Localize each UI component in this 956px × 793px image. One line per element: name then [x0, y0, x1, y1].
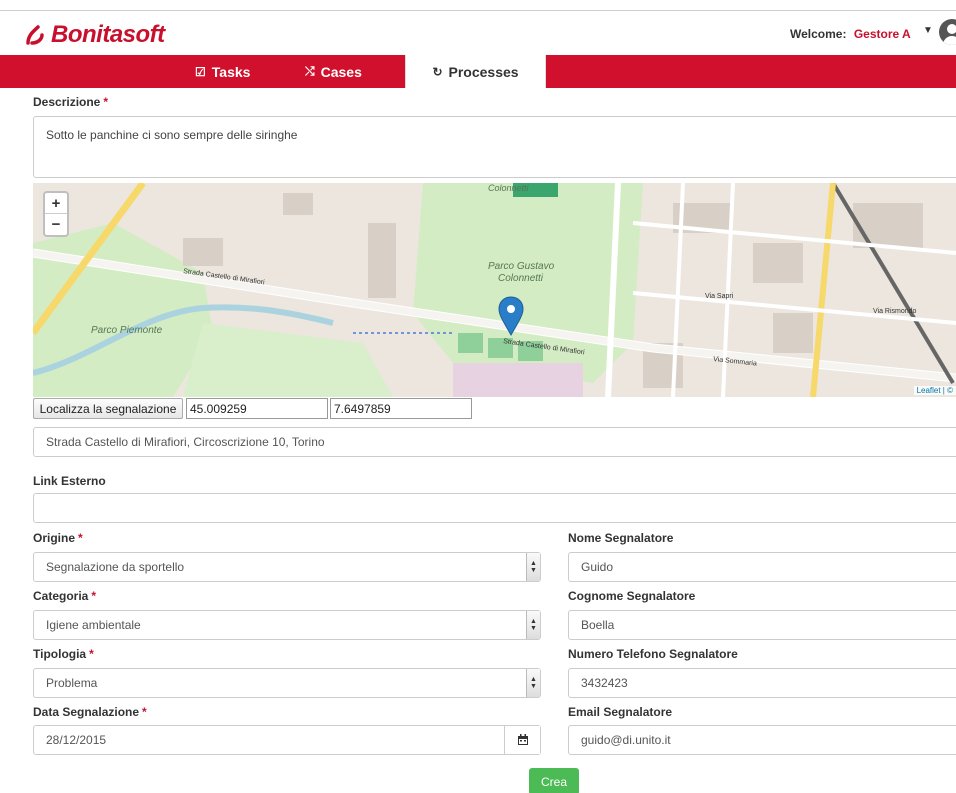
- map-label-via-sapri: Via Sapri: [705, 293, 734, 300]
- descrizione-label-text: Descrizione: [33, 95, 101, 109]
- map-label-park-gustavo: Parco Gustavo: [488, 261, 555, 272]
- tipologia-selected-value: Problema: [46, 676, 98, 690]
- tipologia-select[interactable]: Problema ▲ ▼: [33, 668, 541, 698]
- origine-select[interactable]: Segnalazione da sportello ▲ ▼: [33, 552, 541, 582]
- longitude-input[interactable]: 7.6497859: [330, 398, 472, 419]
- crea-button[interactable]: Crea: [529, 768, 579, 793]
- nome-segnalatore-input[interactable]: Guido: [568, 552, 956, 582]
- required-mark: *: [78, 531, 83, 545]
- welcome-user-name: Gestore A: [853, 27, 911, 41]
- email-segnalatore-label: Email Segnalatore: [568, 705, 673, 719]
- data-segnalazione-label-text: Data Segnalazione: [33, 705, 140, 719]
- latitude-input[interactable]: 45.009259: [186, 398, 328, 419]
- descrizione-textarea[interactable]: Sotto le panchine ci sono sempre delle s…: [33, 116, 956, 178]
- bonitasoft-logo-icon: [26, 25, 44, 45]
- building: [368, 223, 396, 298]
- tab-tasks-label: Tasks: [211, 63, 251, 80]
- descrizione-label: Descrizione *: [33, 95, 108, 109]
- welcome-label: Welcome:: [790, 27, 847, 41]
- building: [283, 193, 313, 215]
- calendar-button[interactable]: [504, 726, 540, 754]
- map-zoom-control: + −: [43, 191, 69, 237]
- main-nav: ☑ Tasks ⤭ Cases ↻ Processes: [0, 55, 956, 88]
- tab-cases-label: Cases: [320, 63, 362, 80]
- data-segnalazione-input[interactable]: 28/12/2015: [33, 725, 541, 755]
- user-avatar-icon[interactable]: [939, 19, 956, 45]
- map-label-top: Colonnetti: [488, 183, 530, 193]
- select-arrow-icon[interactable]: ▲ ▼: [526, 611, 540, 639]
- user-menu-caret-icon[interactable]: ▼: [923, 25, 933, 36]
- required-mark: *: [103, 95, 109, 109]
- map-attribution[interactable]: Leaflet | ©: [913, 386, 956, 395]
- brand-name: Bonitasoft: [51, 21, 165, 48]
- origine-selected-value: Segnalazione da sportello: [46, 560, 185, 574]
- categoria-select[interactable]: Igiene ambientale ▲ ▼: [33, 610, 541, 640]
- origine-label-text: Origine: [33, 531, 76, 545]
- landuse-area: [453, 363, 583, 397]
- telefono-segnalatore-label: Numero Telefono Segnalatore: [568, 647, 738, 661]
- categoria-label: Categoria *: [33, 589, 96, 603]
- telefono-segnalatore-input[interactable]: 3432423: [568, 668, 956, 698]
- categoria-label-text: Categoria: [33, 589, 89, 603]
- map-label-via-rismondo: Via Rismondo: [873, 308, 917, 315]
- map-view[interactable]: Parco Gustavo Colonnetti Parco Piemonte …: [33, 183, 956, 397]
- required-mark: *: [142, 705, 147, 719]
- required-mark: *: [91, 589, 97, 603]
- tab-processes[interactable]: ↻ Processes: [405, 55, 546, 88]
- welcome-text: Welcome: Gestore A: [790, 27, 911, 41]
- sports-field: [458, 333, 483, 353]
- building: [183, 238, 223, 266]
- map-tiles: Parco Gustavo Colonnetti Parco Piemonte …: [33, 183, 956, 397]
- shuffle-icon: ⤭: [305, 64, 315, 78]
- tab-processes-label: Processes: [448, 63, 519, 80]
- brand-logo[interactable]: Bonitasoft: [24, 21, 165, 49]
- email-segnalatore-input[interactable]: guido@di.unito.it: [568, 725, 956, 755]
- tab-tasks[interactable]: ☑ Tasks: [195, 55, 275, 88]
- nome-segnalatore-label: Nome Segnalatore: [568, 531, 674, 545]
- localizza-button[interactable]: Localizza la segnalazione: [33, 398, 183, 419]
- origine-label: Origine *: [33, 531, 83, 545]
- calendar-icon: [517, 734, 528, 745]
- tipologia-label: Tipologia *: [33, 647, 94, 661]
- map-label-colonnetti: Colonnetti: [498, 273, 544, 284]
- checkbox-icon: ☑: [195, 64, 206, 79]
- zoom-out-button[interactable]: −: [45, 214, 67, 235]
- link-esterno-input[interactable]: [33, 493, 956, 523]
- building: [853, 203, 923, 248]
- processes-icon: ↻: [432, 64, 443, 79]
- data-segnalazione-label: Data Segnalazione *: [33, 705, 147, 719]
- map-label-parco-piemonte: Parco Piemonte: [91, 325, 163, 336]
- select-arrow-icon[interactable]: ▲ ▼: [526, 669, 540, 697]
- app-header: Bonitasoft Welcome: Gestore A ▼: [0, 11, 956, 55]
- building: [753, 243, 803, 283]
- zoom-in-button[interactable]: +: [45, 193, 67, 214]
- select-arrow-icon[interactable]: ▲ ▼: [526, 553, 540, 581]
- tab-cases[interactable]: ⤭ Cases: [305, 55, 385, 88]
- categoria-selected-value: Igiene ambientale: [46, 618, 141, 632]
- tipologia-label-text: Tipologia: [33, 647, 87, 661]
- link-esterno-label: Link Esterno: [33, 474, 106, 488]
- building: [773, 313, 813, 353]
- indirizzo-input[interactable]: Strada Castello di Mirafiori, Circoscriz…: [33, 427, 956, 457]
- cognome-segnalatore-input[interactable]: Boella: [568, 610, 956, 640]
- data-segnalazione-value: 28/12/2015: [46, 733, 107, 747]
- required-mark: *: [89, 647, 94, 661]
- cognome-segnalatore-label: Cognome Segnalatore: [568, 589, 696, 603]
